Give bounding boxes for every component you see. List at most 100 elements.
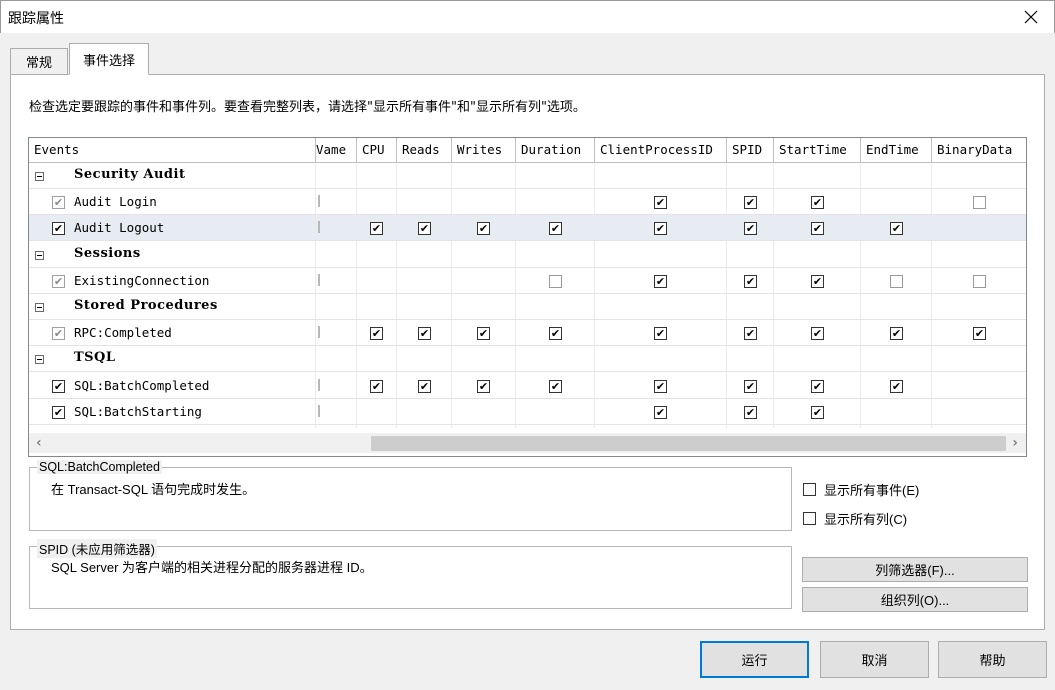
cell-checkbox-cpu[interactable]: ✔ xyxy=(370,222,383,235)
event-info-title: SQL:BatchCompleted xyxy=(37,460,162,474)
cell-checkbox-clientprocessid[interactable]: ✔ xyxy=(654,222,667,235)
cell-checkbox-cpu[interactable]: ✔ xyxy=(370,380,383,393)
event-row[interactable]: ✔ SQL:BatchCompleted ✔ ✔ ✔ ✔ ✔ ✔ ✔ ✔ xyxy=(29,373,1026,399)
cell-checkbox-endtime[interactable]: ✔ xyxy=(890,380,903,393)
event-row[interactable]: ✔ SQL:BatchStarting ✔ ✔ ✔ xyxy=(29,399,1026,425)
collapse-icon[interactable] xyxy=(35,303,44,312)
cell-checkbox-clientprocessid[interactable]: ✔ xyxy=(654,406,667,419)
cancel-button[interactable]: 取消 xyxy=(820,641,929,678)
cell-checkbox-starttime[interactable]: ✔ xyxy=(811,222,824,235)
show-all-columns-checkbox[interactable] xyxy=(803,512,816,525)
event-category-row[interactable]: Stored Procedures xyxy=(29,294,1026,320)
cell-checkbox-spid[interactable]: ✔ xyxy=(744,222,757,235)
cell-checkbox-clientprocessid[interactable]: ✔ xyxy=(654,380,667,393)
help-label: 帮助 xyxy=(979,653,1006,668)
event-row[interactable]: ✔ Audit Logout ✔ ✔ ✔ ✔ ✔ ✔ ✔ ✔ xyxy=(29,215,1026,241)
cell-checkbox-clientprocessid[interactable]: ✔ xyxy=(654,196,667,209)
event-category-row[interactable]: TSQL xyxy=(29,346,1026,372)
event-category-row[interactable]: Sessions xyxy=(29,242,1026,268)
event-info-description: 在 Transact-SQL 语句完成时发生。 xyxy=(51,482,256,497)
cell-checkbox-duration[interactable]: ✔ xyxy=(549,380,562,393)
event-checkbox[interactable]: ✔ xyxy=(52,222,65,235)
cell-checkbox-duration[interactable]: ✔ xyxy=(549,327,562,340)
events-grid[interactable]: Events Vame CPU Reads Writes Duration ClientPr… xyxy=(28,137,1027,457)
cell-checkbox-endtime[interactable]: ✔ xyxy=(890,327,903,340)
cell-checkbox-binarydata[interactable] xyxy=(973,196,986,209)
cell-checkbox-endtime[interactable]: ✔ xyxy=(890,222,903,235)
event-checkbox[interactable]: ✔ xyxy=(52,327,65,340)
tab-general[interactable]: 常规 xyxy=(10,48,68,74)
show-all-events-label: 显示所有事件(E) xyxy=(824,483,920,498)
title-bar: 跟踪属性 xyxy=(0,0,1055,33)
cell-checkbox-writes[interactable]: ✔ xyxy=(477,380,490,393)
horizontal-scrollbar[interactable]: ‹ › xyxy=(29,433,1026,453)
cell-checkbox-clientprocessid[interactable]: ✔ xyxy=(654,275,667,288)
tab-event-selection-label: 事件选择 xyxy=(82,53,135,69)
run-label: 运行 xyxy=(741,653,768,668)
cell-checkbox-reads[interactable]: ✔ xyxy=(418,380,431,393)
column-header-events[interactable]: Events xyxy=(29,138,316,162)
column-header-writes[interactable]: Writes xyxy=(452,138,516,162)
event-checkbox[interactable]: ✔ xyxy=(52,380,65,393)
event-name: RPC:Completed xyxy=(74,325,172,340)
column-header-clientprocessid[interactable]: ClientProcessID xyxy=(595,138,727,162)
cell-checkbox-binarydata[interactable] xyxy=(973,275,986,288)
cell-checkbox-clientprocessid[interactable]: ✔ xyxy=(654,327,667,340)
event-checkbox[interactable]: ✔ xyxy=(52,406,65,419)
show-all-columns-option[interactable]: 显示所有列(C) xyxy=(803,509,907,528)
help-button[interactable]: 帮助 xyxy=(938,641,1047,678)
event-checkbox[interactable]: ✔ xyxy=(52,275,65,288)
close-button[interactable] xyxy=(1008,1,1054,33)
cell-checkbox-writes[interactable]: ✔ xyxy=(477,327,490,340)
cell-checkbox-endtime[interactable] xyxy=(890,275,903,288)
show-all-events-checkbox[interactable] xyxy=(803,483,816,496)
scroll-right-button[interactable]: › xyxy=(1007,433,1023,453)
column-header-duration[interactable]: Duration xyxy=(516,138,595,162)
cell-checkbox-spid[interactable]: ✔ xyxy=(744,406,757,419)
cell-checkbox-duration[interactable] xyxy=(549,275,562,288)
collapse-icon[interactable] xyxy=(35,172,44,181)
column-filters-button[interactable]: 列筛选器(F)... xyxy=(802,557,1028,582)
event-row[interactable]: ✔ ExistingConnection ✔ ✔ ✔ xyxy=(29,268,1026,294)
collapse-icon[interactable] xyxy=(35,355,44,364)
cell-checkbox-starttime[interactable]: ✔ xyxy=(811,196,824,209)
cell-checkbox-cpu[interactable]: ✔ xyxy=(370,327,383,340)
column-header-reads[interactable]: Reads xyxy=(397,138,452,162)
show-all-columns-label: 显示所有列(C) xyxy=(824,512,908,527)
column-header-binarydata[interactable]: BinaryData xyxy=(932,138,1026,162)
cell-checkbox-starttime[interactable]: ✔ xyxy=(811,380,824,393)
column-header-name[interactable]: Vame xyxy=(316,138,357,162)
cell-checkbox-starttime[interactable]: ✔ xyxy=(811,327,824,340)
event-row[interactable]: ✔ RPC:Completed ✔ ✔ ✔ ✔ ✔ ✔ ✔ ✔ ✔ xyxy=(29,320,1026,346)
cell-checkbox-reads[interactable]: ✔ xyxy=(418,222,431,235)
cell-checkbox-writes[interactable]: ✔ xyxy=(477,222,490,235)
run-button[interactable]: 运行 xyxy=(700,641,809,678)
column-header-starttime[interactable]: StartTime xyxy=(774,138,861,162)
event-name: ExistingConnection xyxy=(74,273,210,288)
tab-event-selection[interactable]: 事件选择 xyxy=(69,43,149,75)
organize-columns-button[interactable]: 组织列(O)... xyxy=(802,587,1028,612)
column-header-endtime[interactable]: EndTime xyxy=(861,138,932,162)
cell-checkbox-spid[interactable]: ✔ xyxy=(744,327,757,340)
collapse-icon[interactable] xyxy=(35,251,44,260)
scroll-left-button[interactable]: ‹ xyxy=(31,433,47,453)
event-checkbox[interactable]: ✔ xyxy=(52,196,65,209)
cell-checkbox-reads[interactable]: ✔ xyxy=(418,327,431,340)
cell-checkbox-spid[interactable]: ✔ xyxy=(744,275,757,288)
cell-checkbox-duration[interactable]: ✔ xyxy=(549,222,562,235)
event-row[interactable]: ✔ Audit Login ✔ ✔ ✔ xyxy=(29,189,1026,215)
cell-checkbox-spid[interactable]: ✔ xyxy=(744,380,757,393)
instructions-text: 检查选定要跟踪的事件和事件列。要查看完整列表，请选择"显示所有事件"和"显示所有… xyxy=(29,100,586,115)
close-icon xyxy=(1024,10,1038,24)
column-header-cpu[interactable]: CPU xyxy=(357,138,397,162)
show-all-events-option[interactable]: 显示所有事件(E) xyxy=(803,480,919,499)
event-category-label: Security Audit xyxy=(74,167,186,182)
cancel-label: 取消 xyxy=(861,653,888,668)
cell-checkbox-starttime[interactable]: ✔ xyxy=(811,406,824,419)
cell-checkbox-binarydata[interactable]: ✔ xyxy=(973,327,986,340)
cell-checkbox-spid[interactable]: ✔ xyxy=(744,196,757,209)
scroll-thumb[interactable] xyxy=(371,436,1006,451)
cell-checkbox-starttime[interactable]: ✔ xyxy=(811,275,824,288)
column-header-spid[interactable]: SPID xyxy=(727,138,774,162)
event-category-row[interactable]: Security Audit xyxy=(29,163,1026,189)
